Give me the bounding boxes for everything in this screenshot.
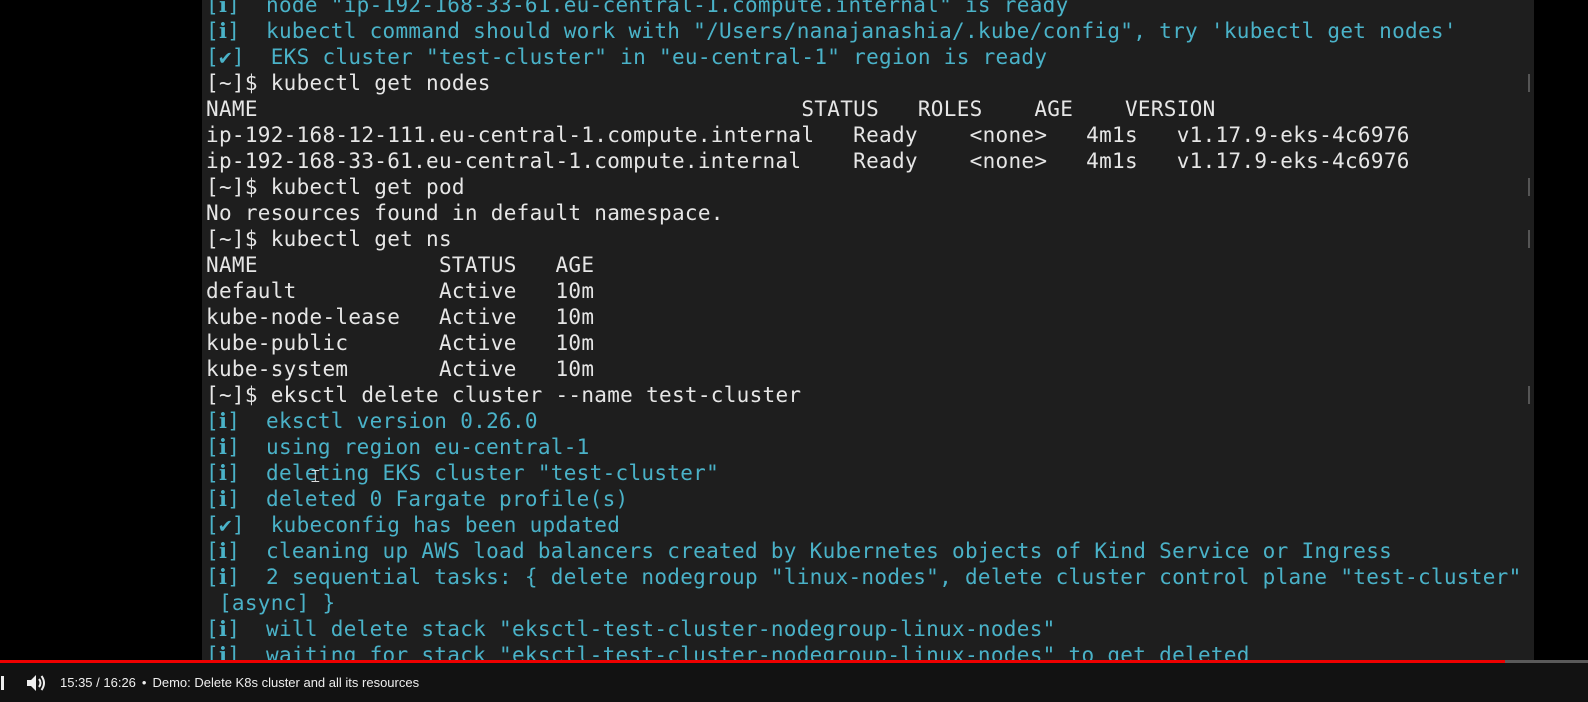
terminal-line: [ℹ] eksctl version 0.26.0 <box>206 409 538 433</box>
time-display: 15:35 / 16:26 <box>60 675 136 690</box>
terminal-line: [✔] kubeconfig has been updated <box>206 513 621 537</box>
terminal-line: [✔] EKS cluster "test-cluster" in "eu-ce… <box>206 45 1048 69</box>
chapter-separator: • <box>141 675 147 690</box>
scroll-marker <box>1528 386 1530 404</box>
terminal-line: [~]$ kubectl get nodes <box>206 71 491 95</box>
terminal-line: [ℹ] using region eu-central-1 <box>206 435 590 459</box>
terminal-line: kube-system Active 10m <box>206 357 595 381</box>
volume-icon[interactable] <box>18 663 54 702</box>
terminal-line: ip-192-168-33-61.eu-central-1.compute.in… <box>206 149 1410 173</box>
terminal-line: [ℹ] waiting for stack "eksctl-test-clust… <box>206 643 1250 660</box>
terminal-line: [ℹ] deleted 0 Fargate profile(s) <box>206 487 629 511</box>
terminal-line: default Active 10m <box>206 279 595 303</box>
terminal-line: [ℹ] deleting EKS cluster "test-cluster" <box>206 461 720 485</box>
scroll-marker <box>1528 178 1530 196</box>
terminal-line: [ℹ] will delete stack "eksctl-test-clust… <box>206 617 1056 641</box>
video-player-controls: 15:35 / 16:26 • Demo: Delete K8s cluster… <box>0 660 1588 702</box>
terminal-line: [ℹ] 2 sequential tasks: { delete nodegro… <box>206 565 1522 589</box>
terminal-line: kube-node-lease Active 10m <box>206 305 595 329</box>
terminal-line: kube-public Active 10m <box>206 331 595 355</box>
terminal-line: [~]$ kubectl get pod <box>206 175 465 199</box>
scroll-marker <box>1528 74 1530 92</box>
text-cursor-icon: 𝙸 <box>309 466 322 487</box>
terminal-line: [~]$ eksctl delete cluster --name test-c… <box>206 383 802 407</box>
chapter-title[interactable]: Demo: Delete K8s cluster and all its res… <box>152 675 419 690</box>
terminal-window[interactable]: [ℹ] node "ip-192-168-33-61.eu-central-1.… <box>202 0 1534 660</box>
terminal-line: ip-192-168-12-111.eu-central-1.compute.i… <box>206 123 1410 147</box>
terminal-line: NAME STATUS ROLES AGE VERSION <box>206 97 1216 121</box>
terminal-line: [~]$ kubectl get ns <box>206 227 452 251</box>
terminal-line: No resources found in default namespace. <box>206 201 724 225</box>
terminal-line: [async] } <box>206 591 336 615</box>
terminal-line: [ℹ] node "ip-192-168-33-61.eu-central-1.… <box>206 0 1069 17</box>
terminal-line: [ℹ] kubectl command should work with "/U… <box>206 19 1457 43</box>
next-icon[interactable] <box>0 663 6 702</box>
terminal-line: NAME STATUS AGE <box>206 253 595 277</box>
scroll-marker <box>1528 230 1530 248</box>
terminal-output: [ℹ] node "ip-192-168-33-61.eu-central-1.… <box>206 0 1534 660</box>
terminal-line: [ℹ] cleaning up AWS load balancers creat… <box>206 539 1393 563</box>
